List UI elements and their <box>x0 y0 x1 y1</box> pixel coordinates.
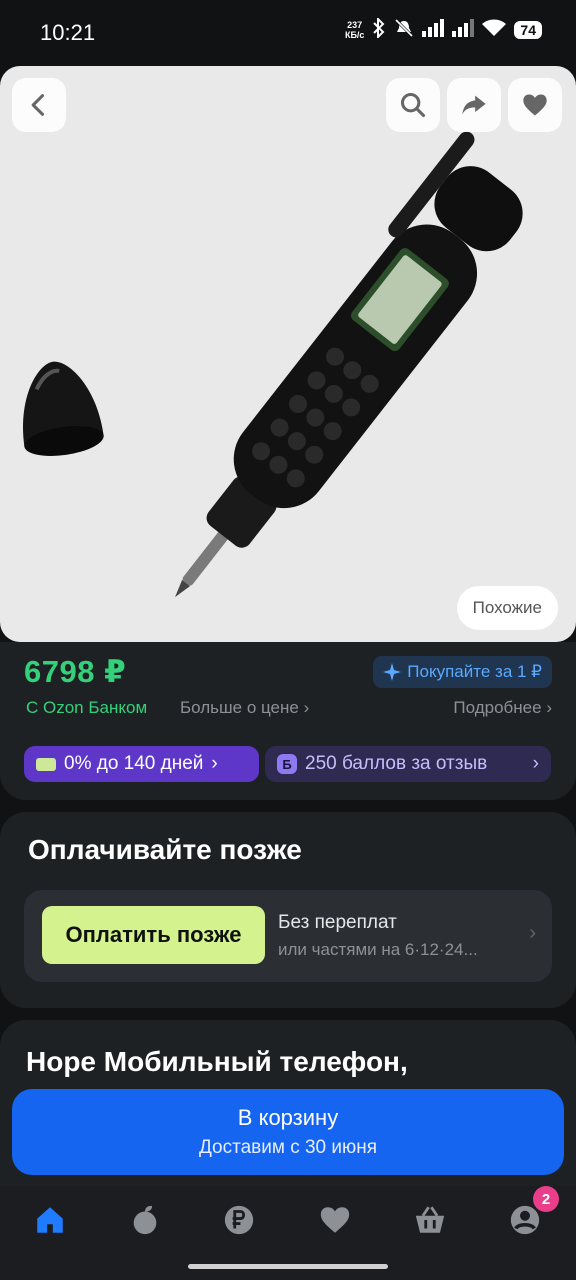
bottom-nav: 2 <box>0 1186 576 1280</box>
signal-icon <box>452 19 475 41</box>
cart-icon <box>415 1206 445 1233</box>
home-indicator[interactable] <box>188 1264 388 1269</box>
home-icon <box>37 1207 63 1233</box>
net-speed: 237 КБ/с <box>344 20 365 40</box>
chevron-right-icon: › <box>303 698 310 717</box>
installments-label: или частями на 6·12·24... <box>278 940 478 959</box>
back-button[interactable] <box>12 78 66 132</box>
delivery-date-label: Доставим с 30 июня <box>198 1137 378 1158</box>
details-link[interactable]: Подробнее › <box>453 698 552 718</box>
chevron-right-icon: › <box>546 698 552 717</box>
similar-button[interactable]: Похожие <box>456 586 558 630</box>
no-overpay-label: Без переплат <box>278 912 397 933</box>
chevron-left-icon <box>31 94 45 116</box>
nav-profile[interactable]: 2 <box>505 1186 559 1240</box>
sparkle-icon <box>383 663 402 681</box>
product-image <box>23 131 523 598</box>
pay-later-panel[interactable]: Оплатить позже Без переплат или частями … <box>24 890 552 982</box>
share-icon <box>462 95 486 115</box>
favorites-icon <box>320 1207 350 1233</box>
battery-icon: 74 <box>514 21 542 39</box>
profile-badge: 2 <box>533 1186 559 1212</box>
bluetooth-icon <box>372 16 386 42</box>
chevron-right-icon: › <box>532 753 539 774</box>
signal-icon <box>422 19 445 41</box>
mute-icon <box>394 18 414 42</box>
review-points-button[interactable]: Б 250 баллов за отзыв › <box>265 746 551 782</box>
pay-later-button[interactable]: Оплатить позже <box>42 906 265 964</box>
search-icon <box>400 92 426 118</box>
add-to-cart-label: В корзину <box>237 1105 339 1130</box>
buy-for-1-button[interactable]: Покупайте за 1 ₽ <box>373 656 552 688</box>
price-card: 6798 ₽ Покупайте за 1 ₽ С Ozon Банком Бо… <box>0 642 576 800</box>
heart-icon <box>523 94 547 116</box>
pen-phone <box>175 131 523 598</box>
pay-later-title: Оплачивайте позже <box>28 834 302 865</box>
chevron-right-icon: › <box>211 753 218 774</box>
nav-fresh[interactable] <box>125 1200 165 1240</box>
nav-home[interactable] <box>30 1200 70 1240</box>
ozon-bank-label: С Ozon Банком <box>26 698 148 717</box>
status-icons: 237 КБ/с 74 <box>344 16 542 42</box>
add-to-cart-button[interactable]: В корзину Доставим с 30 июня <box>12 1089 564 1175</box>
status-bar: 10:21 237 КБ/с 74 <box>0 0 576 64</box>
search-button[interactable] <box>386 78 440 132</box>
status-time: 10:21 <box>40 20 96 45</box>
review-points-label: 250 баллов за отзыв <box>305 753 488 774</box>
favorite-button[interactable] <box>508 78 562 132</box>
installment-label: 0% до 140 дней <box>64 753 204 774</box>
chevron-right-icon: › <box>529 922 536 944</box>
nav-cart[interactable] <box>410 1200 450 1240</box>
product-gallery[interactable]: Похожие <box>0 66 576 642</box>
points-icon: Б <box>277 754 297 774</box>
fresh-icon <box>133 1205 157 1235</box>
price-value: 6798 ₽ <box>24 654 127 689</box>
product-title: Hope Мобильный телефон, <box>26 1046 408 1077</box>
ruble-icon <box>224 1205 254 1235</box>
pay-later-card: Оплачивайте позже Оплатить позже Без пер… <box>0 812 576 1008</box>
buy-for-1-label: Покупайте за 1 ₽ <box>407 662 542 681</box>
nav-favorites[interactable] <box>315 1200 355 1240</box>
nav-finance[interactable] <box>219 1200 259 1240</box>
share-button[interactable] <box>447 78 501 132</box>
card-icon <box>36 757 56 771</box>
installment-button[interactable]: 0% до 140 дней › <box>24 746 259 782</box>
more-about-price-link[interactable]: Больше о цене › <box>180 698 309 718</box>
wifi-icon <box>482 19 507 41</box>
pen-cap <box>23 361 104 456</box>
